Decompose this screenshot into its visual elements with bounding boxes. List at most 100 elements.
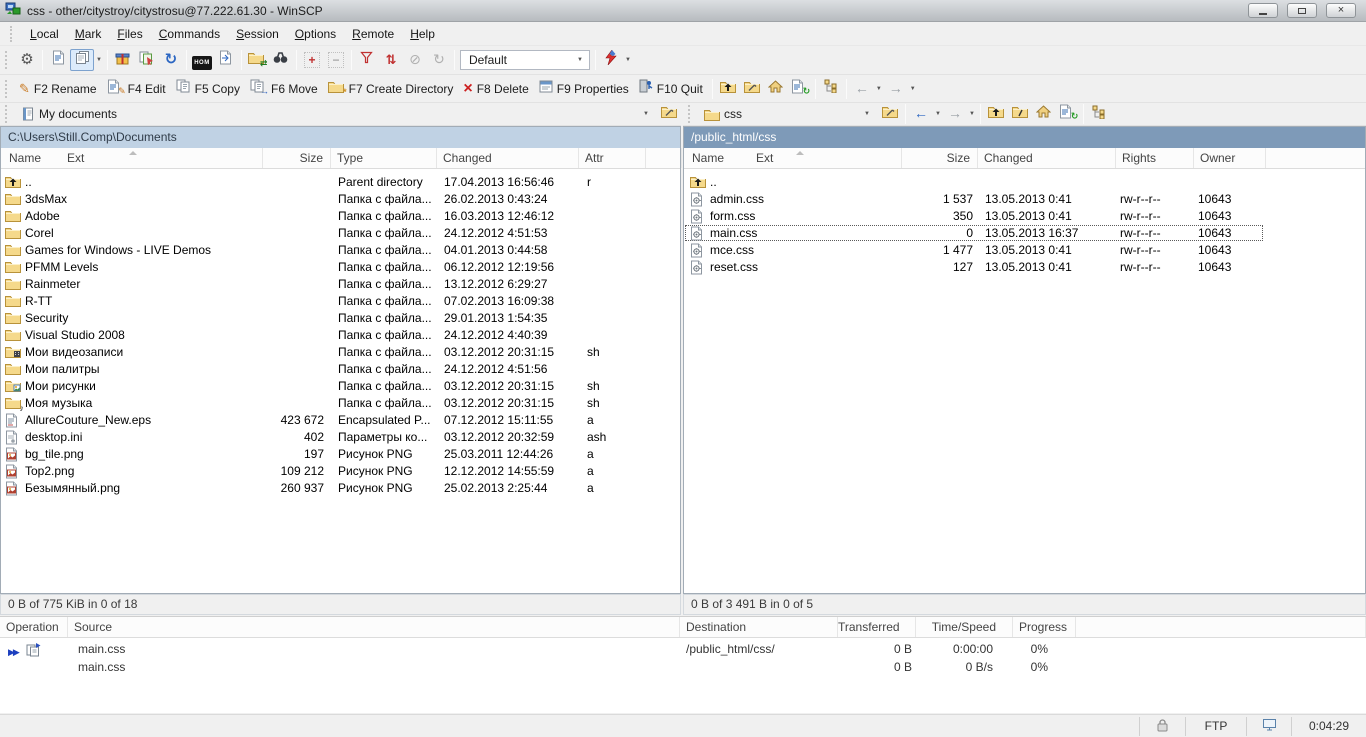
file-row[interactable]: .. xyxy=(684,174,1365,191)
column-header[interactable]: Changed xyxy=(437,148,579,168)
find-files-button[interactable] xyxy=(269,49,293,71)
column-header-spacer[interactable] xyxy=(1266,148,1366,168)
column-header[interactable]: Type xyxy=(331,148,437,168)
delete-button[interactable]: ×F8 Delete xyxy=(459,78,534,100)
add-bookmark-button[interactable]: + xyxy=(300,49,324,71)
move-button[interactable]: →F6 Move xyxy=(246,78,324,100)
sort-transfer-button[interactable]: ⇅ xyxy=(379,49,403,71)
column-header-ext[interactable]: Ext xyxy=(67,148,84,168)
menu-item-remote[interactable]: Remote xyxy=(344,24,402,44)
edit-button[interactable]: ✎F4 Edit xyxy=(103,78,172,100)
remote-parent-directory-button[interactable] xyxy=(984,103,1008,125)
minimize-button[interactable] xyxy=(1248,3,1278,18)
file-row[interactable]: reset.css12713.05.2013 0:41rw-r--r--1064… xyxy=(684,259,1365,276)
file-row[interactable]: Top2.png109 212Рисунок PNG12.12.2012 14:… xyxy=(1,463,680,480)
column-header-spacer[interactable] xyxy=(1076,617,1366,637)
column-header[interactable]: Owner xyxy=(1194,148,1266,168)
queue-row[interactable]: main.css0 B0 B/s0% xyxy=(0,659,1366,676)
column-header-ext[interactable]: Ext xyxy=(756,148,773,168)
column-header-name[interactable]: Name xyxy=(692,148,724,168)
column-header[interactable]: Size xyxy=(902,148,978,168)
transfer-settings-combo[interactable]: Default▼ xyxy=(460,50,590,70)
column-header[interactable]: Changed xyxy=(978,148,1116,168)
file-row[interactable]: bg_tile.png197Рисунок PNG25.03.2011 12:4… xyxy=(1,446,680,463)
remote-back-button[interactable]: ← xyxy=(909,103,933,125)
file-row[interactable]: 3dsMaxПапка с файла...26.02.2013 0:43:24 xyxy=(1,191,680,208)
column-header[interactable]: Attr xyxy=(579,148,646,168)
dropdown-caret-icon[interactable]: ▼ xyxy=(910,86,916,92)
file-row[interactable]: CorelПапка с файла...24.12.2012 4:51:53 xyxy=(1,225,680,242)
menu-item-local[interactable]: Local xyxy=(22,24,67,44)
dropdown-caret-icon[interactable]: ▼ xyxy=(577,57,583,63)
column-header[interactable]: Name Ext xyxy=(684,148,902,168)
column-header[interactable]: Destination xyxy=(680,617,838,637)
file-row[interactable]: ♪Моя музыкаПапка с файла...03.12.2012 20… xyxy=(1,395,680,412)
dropdown-caret-icon[interactable]: ▼ xyxy=(96,57,102,63)
file-row[interactable]: Games for Windows - LIVE DemosПапка с фа… xyxy=(1,242,680,259)
create-directory-button[interactable]: *F7 Create Directory xyxy=(324,78,460,100)
file-row[interactable]: admin.css1 53713.05.2013 0:41rw-r--r--10… xyxy=(684,191,1365,208)
parent-directory-button[interactable] xyxy=(716,78,740,100)
remote-refresh-button[interactable]: ↻ xyxy=(1056,103,1080,125)
remote-home-directory-button[interactable] xyxy=(1032,103,1056,125)
menu-item-commands[interactable]: Commands xyxy=(151,24,228,44)
synchronize-button[interactable]: ⇄ xyxy=(245,49,269,71)
open-directory-button[interactable] xyxy=(740,78,764,100)
file-row[interactable]: form.css35013.05.2013 0:41rw-r--r--10643 xyxy=(684,208,1365,225)
refresh-button[interactable]: ↻ xyxy=(788,78,812,100)
file-row[interactable]: Visual Studio 2008Папка с файла...24.12.… xyxy=(1,327,680,344)
transfer-options-button[interactable] xyxy=(599,49,623,71)
properties-button[interactable]: F9 Properties xyxy=(535,78,635,100)
dropdown-caret-icon[interactable]: ▼ xyxy=(876,86,882,92)
dropdown-caret-icon[interactable]: ▼ xyxy=(625,57,631,63)
remote-tree-view-button[interactable] xyxy=(1087,103,1111,125)
tree-view-button[interactable] xyxy=(819,78,843,100)
file-row[interactable]: SecurityПапка с файла...29.01.2013 1:54:… xyxy=(1,310,680,327)
column-header[interactable]: Progress xyxy=(1013,617,1076,637)
file-row[interactable]: Безымянный.png260 937Рисунок PNG25.02.20… xyxy=(1,480,680,497)
session-dialog-button[interactable] xyxy=(46,49,70,71)
dropdown-caret-icon[interactable]: ▼ xyxy=(935,111,941,117)
maximize-button[interactable] xyxy=(1287,3,1317,18)
file-row[interactable]: Мои рисункиПапка с файла...03.12.2012 20… xyxy=(1,378,680,395)
column-header[interactable]: Time/Speed xyxy=(916,617,1013,637)
local-path[interactable]: C:\Users\Still.Comp\Documents xyxy=(1,127,680,148)
new-session-button[interactable] xyxy=(111,49,135,71)
preferences-button[interactable]: ⚙ xyxy=(15,49,39,71)
synchronize-browsing-button[interactable] xyxy=(214,49,238,71)
file-row[interactable]: mce.css1 47713.05.2013 0:41rw-r--r--1064… xyxy=(684,242,1365,259)
rename-button[interactable]: ✎F2 Rename xyxy=(15,78,103,100)
column-header[interactable]: Operation xyxy=(0,617,68,637)
file-row[interactable]: R-TTПапка с файла...07.02.2013 16:09:38 xyxy=(1,293,680,310)
column-header-name[interactable]: Name xyxy=(9,148,41,168)
file-row[interactable]: desktop.ini402Параметры ко...03.12.2012 … xyxy=(1,429,680,446)
quit-button[interactable]: F10 Quit xyxy=(635,78,709,100)
file-row[interactable]: AllureCouture_New.eps423 672Encapsulated… xyxy=(1,412,680,429)
file-row[interactable]: PFMM LevelsПапка с файла...06.12.2012 12… xyxy=(1,259,680,276)
remote-open-directory-button[interactable] xyxy=(878,103,902,125)
local-open-directory-button[interactable] xyxy=(657,103,681,125)
session-tabs-button[interactable] xyxy=(70,49,94,71)
column-header[interactable]: Source xyxy=(68,617,680,637)
filter-button[interactable] xyxy=(355,49,379,71)
reconnect-button[interactable]: ↻ xyxy=(159,49,183,71)
dropdown-caret-icon[interactable]: ▼ xyxy=(864,111,870,117)
file-row[interactable]: Мои видеозаписиПапка с файла...03.12.201… xyxy=(1,344,680,361)
menu-item-files[interactable]: Files xyxy=(109,24,150,44)
menu-item-help[interactable]: Help xyxy=(402,24,443,44)
column-header-spacer[interactable] xyxy=(646,148,682,168)
menu-item-options[interactable]: Options xyxy=(287,24,344,44)
column-header[interactable]: Size xyxy=(263,148,331,168)
remote-directory-combo[interactable]: css▼ xyxy=(700,104,876,124)
copy-button[interactable]: F5 Copy xyxy=(172,78,246,100)
column-header[interactable]: Rights xyxy=(1116,148,1194,168)
file-row[interactable]: RainmeterПапка с файла...13.12.2012 6:29… xyxy=(1,276,680,293)
dropdown-caret-icon[interactable]: ▼ xyxy=(643,111,649,117)
column-header[interactable]: Name Ext xyxy=(1,148,263,168)
remote-root-directory-button[interactable] xyxy=(1008,103,1032,125)
menu-item-session[interactable]: Session xyxy=(228,24,287,44)
home-directory-button[interactable] xyxy=(764,78,788,100)
queue-row[interactable]: ▶▶main.css/public_html/css/0 B0:00:000% xyxy=(0,641,1366,658)
duplicate-session-button[interactable] xyxy=(135,49,159,71)
close-button[interactable]: × xyxy=(1326,3,1356,18)
